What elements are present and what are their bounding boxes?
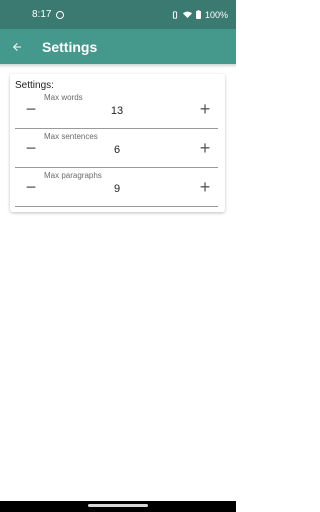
decrement-max-sentences-button[interactable]: − [19, 136, 43, 160]
decrement-max-words-button[interactable]: − [19, 97, 43, 121]
battery-percent: 100% [204, 9, 228, 20]
status-left: 8:17 [32, 9, 65, 20]
decrement-max-paragraphs-button[interactable]: − [19, 175, 43, 199]
max-sentences-underline [15, 167, 218, 168]
setting-row-max-sentences: − Max sentences 6 + [10, 130, 225, 168]
settings-card: Settings: − Max words 13 + − Max sentenc… [10, 74, 225, 212]
max-paragraphs-underline [15, 206, 218, 207]
max-paragraphs-label: Max paragraphs [44, 171, 102, 180]
home-gesture-handle[interactable] [88, 504, 148, 507]
status-time: 8:17 [32, 9, 52, 20]
setting-row-max-paragraphs: − Max paragraphs 9 + [10, 169, 225, 207]
settings-heading: Settings: [15, 80, 54, 91]
increment-max-paragraphs-button[interactable]: + [193, 175, 217, 199]
vibrate-icon [172, 10, 178, 19]
app-bar-shadow [0, 64, 236, 68]
back-button[interactable] [0, 29, 33, 64]
max-words-underline [15, 128, 218, 129]
increment-max-sentences-button[interactable]: + [193, 136, 217, 160]
app-bar: Settings [0, 29, 236, 64]
notification-icon [56, 10, 65, 19]
max-words-value[interactable]: 13 [44, 105, 190, 117]
max-sentences-label: Max sentences [44, 132, 98, 141]
status-right: 100% [171, 10, 228, 20]
arrow-back-icon [12, 42, 21, 51]
wifi-icon [182, 11, 192, 18]
increment-max-words-button[interactable]: + [193, 97, 217, 121]
max-paragraphs-value[interactable]: 9 [44, 183, 190, 195]
status-bar: 8:17 100% [0, 0, 236, 29]
setting-row-max-words: − Max words 13 + [10, 91, 225, 129]
max-words-label: Max words [44, 93, 83, 102]
page-title: Settings [42, 38, 98, 55]
battery-icon [196, 10, 201, 19]
max-sentences-value[interactable]: 6 [44, 144, 190, 156]
